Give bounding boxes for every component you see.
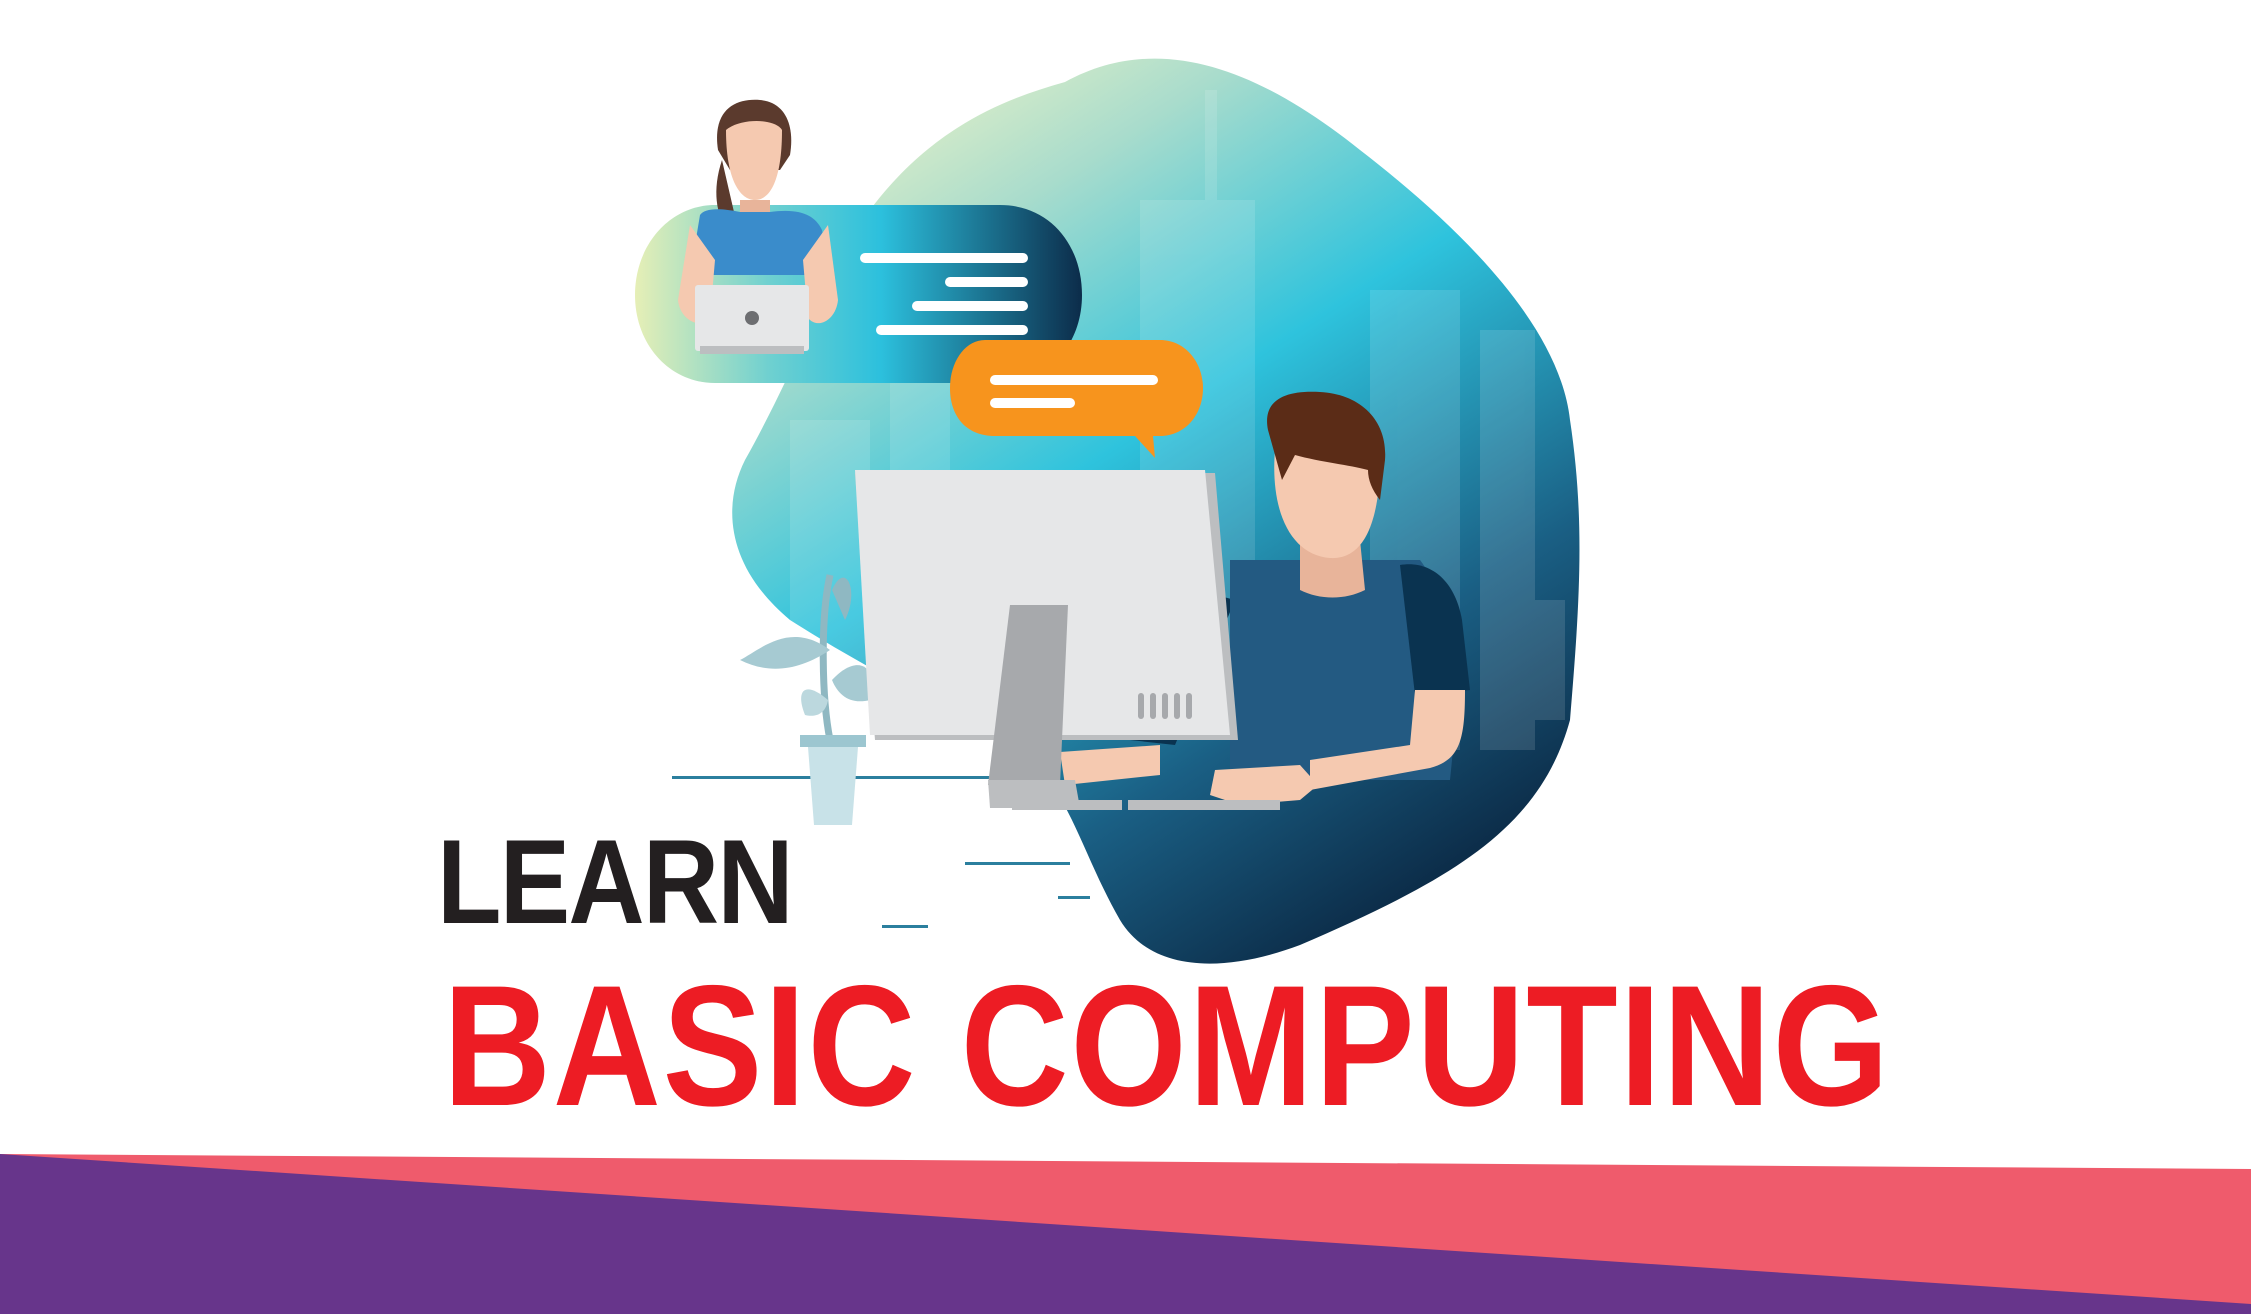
headline-basic-computing: BASIC COMPUTING [443,950,1891,1142]
footer-band [0,1154,2251,1314]
woman-with-laptop [678,99,838,354]
headline-learn: LEARN [437,815,794,949]
